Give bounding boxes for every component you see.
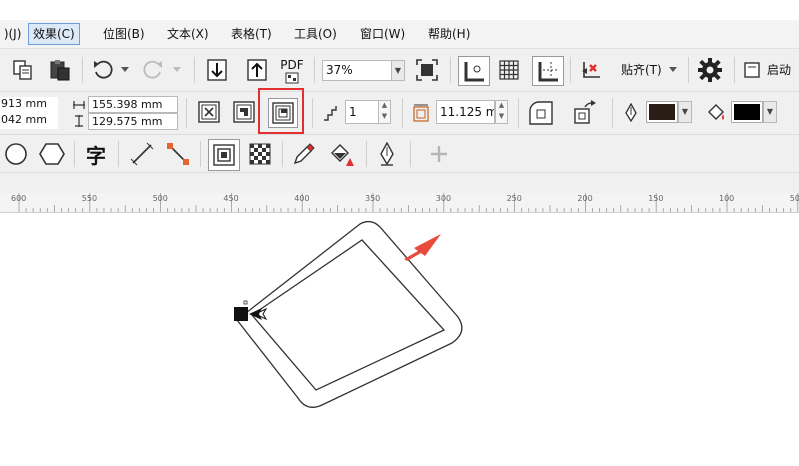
outline-color-dropdown-icon[interactable]: ▼ <box>678 101 692 123</box>
tool-row: 字 <box>0 135 799 173</box>
ruler-label: 50 <box>789 194 799 203</box>
standard-toolbar: PDF 37% ▼ 贴齐(T) 启动 <box>0 49 799 92</box>
undo-dropdown-icon[interactable] <box>120 65 130 75</box>
polygon-tool-icon[interactable] <box>38 140 66 168</box>
ruler-label: 200 <box>577 194 593 203</box>
ruler-label: 400 <box>294 194 310 203</box>
canvas-drawing <box>234 220 463 408</box>
export-icon[interactable] <box>244 58 270 82</box>
paste-icon[interactable] <box>47 58 73 82</box>
ruler-label: 500 <box>152 194 168 203</box>
fill-color-dropdown-icon[interactable]: ▼ <box>763 101 777 123</box>
dimension-tool-icon[interactable] <box>128 140 156 168</box>
text-tool-icon[interactable]: 字 <box>82 140 110 168</box>
snap-off-icon[interactable] <box>578 58 606 82</box>
x-position-input[interactable]: 913 mm <box>0 97 58 113</box>
fill-color-picker[interactable] <box>731 101 763 123</box>
drawing-canvas[interactable] <box>0 213 799 466</box>
outline-pen-tool-icon[interactable] <box>374 140 400 168</box>
menu-bar: )(J) 效果(C) 位图(B) 文本(X) 表格(T) 工具(O) 窗口(W)… <box>0 20 799 49</box>
show-rulers-icon[interactable] <box>458 56 490 86</box>
contour-tool-icon[interactable] <box>208 139 240 171</box>
options-gear-icon[interactable] <box>696 57 724 83</box>
outline-pen-icon <box>620 102 642 124</box>
menu-item-bitmaps[interactable]: 位图(B) <box>99 24 149 44</box>
launch-icon[interactable] <box>742 60 762 80</box>
menu-item-window[interactable]: 窗口(W) <box>356 24 409 44</box>
contour-corners-icon[interactable] <box>526 98 556 128</box>
property-bar: 913 mm 042 mm 155.398 mm 129.575 mm 1 ▲ ▼… <box>0 88 799 135</box>
contour-steps-spinner[interactable]: ▲ ▼ <box>378 100 391 124</box>
publish-pdf-icon[interactable]: PDF <box>278 57 306 85</box>
menu-item-tools[interactable]: 工具(O) <box>290 24 341 44</box>
ruler-label: 550 <box>81 194 98 203</box>
show-grid-icon[interactable] <box>496 58 522 82</box>
contour-offset-input[interactable]: 11.125 mr <box>436 100 495 124</box>
menu-item-effects[interactable]: 效果(C) <box>28 23 80 45</box>
width-icon <box>72 98 86 112</box>
handle-node[interactable] <box>243 300 248 305</box>
menu-item-partial[interactable]: )(J) <box>0 24 25 44</box>
ruler-label: 600 <box>11 194 27 203</box>
redo-dropdown-icon <box>172 65 182 75</box>
horizontal-ruler[interactable]: 600 550 500 450 400 350 300 250 200 150 100 50 <box>0 193 799 213</box>
contour-offset-spinner[interactable]: ▲ ▼ <box>495 100 508 124</box>
ruler-label: 300 <box>435 194 452 203</box>
height-input[interactable]: 129.575 mm <box>88 113 178 130</box>
ruler-label: 100 <box>719 194 735 203</box>
undo-icon[interactable] <box>90 58 116 82</box>
pdf-label: PDF <box>280 57 304 72</box>
snap-to-menu[interactable]: 贴齐(T) <box>617 60 666 80</box>
fill-bucket-icon <box>704 101 728 125</box>
inner-shape[interactable] <box>251 239 446 391</box>
transparency-tool-icon[interactable] <box>246 140 274 168</box>
show-guidelines-icon[interactable] <box>532 56 564 86</box>
snap-dropdown-icon[interactable] <box>668 65 678 75</box>
contour-offset-icon <box>410 102 432 124</box>
height-icon <box>72 114 86 128</box>
outside-contour-icon[interactable] <box>268 98 298 128</box>
annotation-arrow-icon <box>404 234 441 261</box>
full-screen-preview-icon[interactable] <box>414 58 440 82</box>
docker-strip <box>0 173 799 193</box>
menu-item-table[interactable]: 表格(T) <box>227 24 276 44</box>
ruler-label: 450 <box>223 194 239 203</box>
contour-steps-input[interactable]: 1 <box>345 100 379 124</box>
copy-icon[interactable] <box>10 58 36 82</box>
connector-tool-icon[interactable] <box>164 140 192 168</box>
zoom-dropdown-icon[interactable]: ▼ <box>391 60 405 81</box>
add-tool-icon[interactable] <box>426 140 452 168</box>
menu-item-text[interactable]: 文本(X) <box>163 24 213 44</box>
ruler-label: 150 <box>648 194 664 203</box>
fill-color-swatch <box>734 104 760 120</box>
zoom-level-input[interactable]: 37% <box>322 60 392 81</box>
outline-color-swatch <box>649 104 675 120</box>
import-icon[interactable] <box>204 58 230 82</box>
ruler-label: 250 <box>506 194 522 203</box>
ruler-label: 350 <box>365 194 381 203</box>
ruler-ticks <box>18 193 799 212</box>
outline-color-picker[interactable] <box>646 101 678 123</box>
redo-icon[interactable] <box>140 58 166 82</box>
y-position-input[interactable]: 042 mm <box>0 113 58 129</box>
ellipse-tool-icon[interactable] <box>2 140 30 168</box>
menu-item-help[interactable]: 帮助(H) <box>424 24 474 44</box>
interactive-fill-tool-icon[interactable] <box>326 140 356 168</box>
width-input[interactable]: 155.398 mm <box>88 96 178 113</box>
contour-handle[interactable] <box>234 307 248 321</box>
contour-steps-icon <box>320 102 342 124</box>
contour-color-direction-icon[interactable] <box>570 98 600 128</box>
launch-label[interactable]: 启动 <box>763 60 795 80</box>
eyedropper-tool-icon[interactable] <box>290 140 318 168</box>
inside-contour-icon[interactable] <box>231 99 257 125</box>
center-contour-icon[interactable] <box>196 99 222 125</box>
